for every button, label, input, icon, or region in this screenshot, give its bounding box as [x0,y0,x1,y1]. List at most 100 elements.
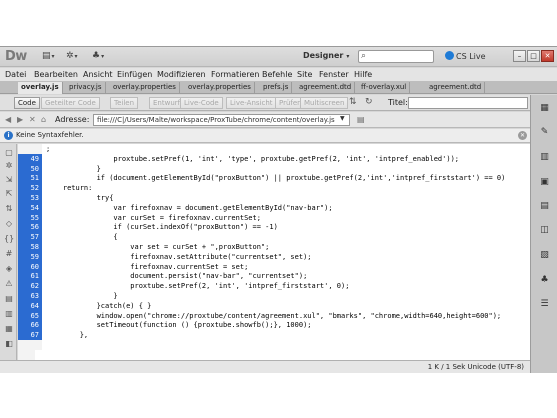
tab-agreement-dtd-2[interactable]: agreement.dtd [426,82,486,94]
cs-live-button[interactable]: CS Live [445,51,486,61]
design-view-button[interactable]: Entwurf [149,97,185,109]
code-line[interactable]: ; [18,144,530,154]
gear-icon[interactable]: ✲▾ [66,51,78,61]
code-line[interactable]: 67 }, [18,330,530,341]
insert-panel-icon[interactable]: ▦ [539,103,550,113]
menu-item-datei[interactable]: Datei [5,70,26,79]
line-numbers-icon[interactable]: # [4,249,14,259]
code-line[interactable] [18,340,530,350]
menu-item-hilfe[interactable]: Hilfe [354,70,372,79]
snippets-panel-icon[interactable]: ▨ [539,250,550,260]
code-line[interactable]: 55 var curSet = firefoxnav.currentSet; [18,212,530,223]
home-icon[interactable]: ⌂ [41,115,46,124]
menu-item-ansicht[interactable]: Ansicht [83,70,113,79]
forward-icon[interactable]: ▶ [17,115,23,124]
wrap-tag-icon[interactable]: ▦ [4,324,14,334]
highlight-invalid-code-icon[interactable]: ◈ [4,264,14,274]
layers-icon[interactable]: ☰ [539,299,550,309]
code-line[interactable]: 51 if (document.getElementById("proxButt… [18,173,530,184]
select-parent-tag-icon[interactable]: ◇ [4,219,14,229]
code-line[interactable]: 52 return: [18,183,530,194]
tab-overlay-properties-1[interactable]: overlay.properties [110,82,180,94]
menu-item-bearbeiten[interactable]: Bearbeiten [34,70,78,79]
menu-item-einfuegen[interactable]: Einfügen [117,70,152,79]
back-icon[interactable]: ◀ [5,115,11,124]
code-line[interactable]: 56 if (curSet.indexOf("proxButton") == -… [18,222,530,233]
code-line[interactable]: 65 window.open("chrome://proxtube/conten… [18,310,530,321]
line-number [18,340,42,350]
menu-item-site[interactable]: Site [297,70,312,79]
menu-item-befehle[interactable]: Befehle [262,70,292,79]
live-view-button[interactable]: Live-Ansicht [226,97,277,109]
code-line[interactable]: 50 } [18,163,530,174]
dreamweaver-window: Dw ▤▾ ✲▾ ♣▾ Designer ▾ ⌕ CS Live – □ ✕ Da… [0,46,557,373]
tab-privacy-js[interactable]: privacy.js [66,82,106,94]
chevron-down-icon[interactable]: ▼ [340,115,345,122]
split-code-button[interactable]: Geteilter Code [41,97,100,109]
code-line[interactable]: 49 proxtube.setPref(1, 'int', 'type', pr… [18,153,530,164]
tab-overlay-properties-2[interactable]: overlay.properties [185,82,255,94]
code-text: firefoxnav.setAttribute("currentset", se… [46,252,312,261]
open-documents-icon[interactable]: ▢ [4,148,14,158]
line-number: 65 [18,310,42,321]
minimize-button[interactable]: – [513,50,526,62]
tab-prefs-js[interactable]: prefs.js [260,82,293,94]
code-line[interactable]: 64 }catch(e) { } [18,300,530,311]
menu-item-modifizieren[interactable]: Modifizieren [157,70,206,79]
sitemap-icon[interactable]: ♣ [539,275,550,285]
info-close-icon[interactable]: ✕ [518,131,527,140]
ap-elements-icon[interactable]: ▥ [539,152,550,162]
refresh-icon[interactable]: ↻ [365,97,373,107]
expand-all-icon[interactable]: ⇅ [4,204,14,214]
stop-icon[interactable]: ✕ [29,115,36,124]
code-text: try{ [46,194,114,202]
code-line[interactable]: 62 proxtube.setPref(2, 'int', 'intpref_f… [18,281,530,292]
help-search-input[interactable]: ⌕ [358,50,434,63]
apply-comment-icon[interactable]: ▤ [4,294,14,304]
tab-agreement-dtd-1[interactable]: agreement.dtd [296,82,356,94]
code-line[interactable]: 58 var set = curSet + ",proxButton"; [18,242,530,252]
info-icon: i [4,131,13,140]
multiscreen-button[interactable]: Multiscreen [300,97,349,109]
code-editor[interactable]: ; 49 proxtube.setPref(1, 'int', 'type', p… [18,144,530,360]
syntax-error-alerts-icon[interactable]: ⚠ [4,279,14,289]
title-bar: Dw ▤▾ ✲▾ ♣▾ Designer ▾ ⌕ CS Live – □ ✕ [0,47,557,67]
layout-icon[interactable]: ▤▾ [42,51,55,61]
collapse-tag-icon[interactable]: ⇲ [4,175,14,185]
code-line[interactable]: 54 var firefoxnav = document.getElementB… [18,202,530,213]
remove-comment-icon[interactable]: ▥ [4,309,14,319]
tab-overlay-js[interactable]: overlay.js [18,82,63,94]
code-view-button[interactable]: Code [14,97,40,109]
balance-braces-icon[interactable]: {} [4,234,14,244]
code-line[interactable]: 57 { [18,232,530,243]
maximize-button[interactable]: □ [527,50,540,62]
business-catalyst-icon[interactable]: ▣ [539,177,550,187]
file-management-icon[interactable]: ⇅ [349,97,357,107]
title-input[interactable] [408,97,528,109]
workspace-switcher[interactable]: Designer ▾ [303,51,349,60]
code-text: window.open("chrome://proxtube/content/a… [46,311,502,320]
files-panel-icon[interactable]: ▤ [539,201,550,211]
code-line[interactable]: 63 } [18,291,530,301]
collapse-selection-icon[interactable]: ⇱ [4,189,14,199]
live-code-button[interactable]: Live-Code [180,97,223,109]
code-text: proxtube.setPref(1, 'int', 'type', proxt… [46,154,460,163]
site-icon[interactable]: ♣▾ [92,51,104,61]
menu-bar: Datei Bearbeiten Ansicht Einfügen Modifi… [0,68,557,81]
menu-item-fenster[interactable]: Fenster [319,70,349,79]
code-line[interactable]: 59 firefoxnav.setAttribute("currentset",… [18,251,530,262]
address-input[interactable]: file:///C|/Users/Malte/workspace/ProxTub… [93,114,350,126]
recent-snippets-icon[interactable]: ◧ [4,339,14,349]
split-view-button[interactable]: Teilen [110,97,139,109]
code-line[interactable]: 53 try{ [18,193,530,203]
menu-item-formatieren[interactable]: Formatieren [211,70,259,79]
code-line[interactable]: 60 firefoxnav.currentSet = set; [18,261,530,272]
code-line[interactable]: 61 document.persist("nav-bar", "currents… [18,271,530,282]
assets-panel-icon[interactable]: ◫ [539,225,550,235]
code-line[interactable]: 66 setTimeout(function () {proxtube.show… [18,320,530,331]
close-button[interactable]: ✕ [541,50,554,62]
browse-icon[interactable]: ▤ [357,115,365,124]
tab-ff-overlay-xul[interactable]: ff-overlay.xul [358,82,411,94]
css-styles-icon[interactable]: ✎ [539,127,550,137]
show-code-navigator-icon[interactable]: ✲ [4,161,14,171]
